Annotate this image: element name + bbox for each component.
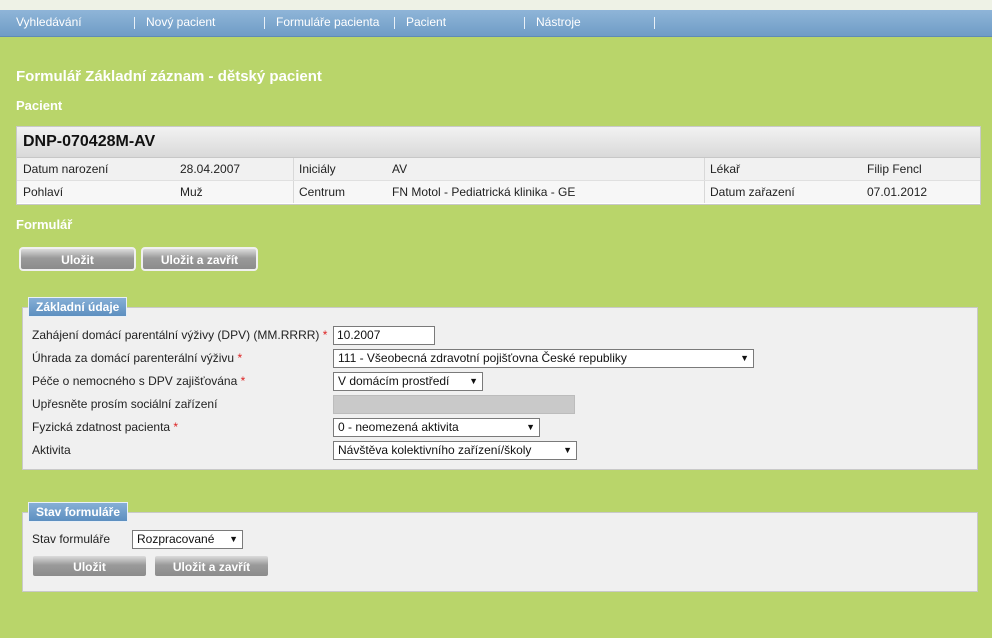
- form-status-legend: Stav formuláře: [28, 502, 129, 522]
- sex-value: Muž: [180, 185, 203, 199]
- patient-row: Pohlaví Muž Centrum FN Motol - Pediatric…: [17, 181, 980, 203]
- status-save-button[interactable]: Uložit: [31, 554, 148, 578]
- status-save-and-close-button[interactable]: Uložit a zavřít: [153, 554, 270, 578]
- chevron-down-icon: ▼: [740, 353, 749, 363]
- patient-header: DNP-070428M-AV: [17, 127, 980, 158]
- form-section-heading: Formulář: [16, 217, 73, 232]
- nav-patient-forms[interactable]: Formuláře pacienta: [276, 10, 379, 36]
- nav-separator: [134, 17, 135, 29]
- fitness-label: Fyzická zdatnost pacienta *: [32, 420, 179, 434]
- form-status-label: Stav formuláře: [32, 532, 111, 546]
- chevron-down-icon: ▼: [469, 376, 478, 386]
- nav-separator: [654, 17, 655, 29]
- activity-select[interactable]: Návštěva kolektivního zařízení/školy ▼: [333, 441, 577, 460]
- save-and-close-button[interactable]: Uložit a zavřít: [141, 247, 258, 271]
- care-label: Péče o nemocného s DPV zajišťována *: [32, 374, 246, 388]
- patient-code: DNP-070428M-AV: [23, 133, 156, 150]
- nav-separator: [394, 17, 395, 29]
- payment-select[interactable]: 111 - Všeobecná zdravotní pojišťovna Čes…: [333, 349, 754, 368]
- nav-search[interactable]: Vyhledávání: [16, 10, 82, 36]
- center-value: FN Motol - Pediatrická klinika - GE: [392, 185, 576, 199]
- doctor-label: Lékař: [710, 162, 741, 176]
- activity-label: Aktivita: [32, 443, 71, 457]
- dpv-start-label: Zahájení domácí parentální výživy (DPV) …: [32, 328, 328, 342]
- fitness-select[interactable]: 0 - neomezená aktivita ▼: [333, 418, 540, 437]
- column-divider: [704, 158, 705, 180]
- center-label: Centrum: [299, 185, 346, 199]
- enrolled-date-value: 07.01.2012: [867, 185, 928, 199]
- basic-info-legend: Základní údaje: [28, 297, 128, 317]
- nav-tools[interactable]: Nástroje: [536, 10, 581, 36]
- birth-date-value: 28.04.2007: [180, 162, 241, 176]
- patient-row: Datum narození 28.04.2007 Iniciály AV Lé…: [17, 158, 980, 181]
- column-divider: [293, 181, 294, 203]
- form-status-select[interactable]: Rozpracované ▼: [132, 530, 243, 549]
- dpv-start-input[interactable]: 10.2007: [333, 326, 435, 345]
- column-divider: [704, 181, 705, 203]
- initials-label: Iniciály: [299, 162, 336, 176]
- chevron-down-icon: ▼: [526, 422, 535, 432]
- doctor-value: Filip Fencl: [867, 162, 922, 176]
- birth-date-label: Datum narození: [23, 162, 109, 176]
- form-status-fieldset: [22, 512, 978, 592]
- page-title: Formulář Základní záznam - dětský pacien…: [16, 68, 322, 85]
- main-navigation: Vyhledávání Nový pacient Formuláře pacie…: [0, 10, 992, 37]
- nav-separator: [524, 17, 525, 29]
- nav-patient[interactable]: Pacient: [406, 10, 446, 36]
- top-strip: [0, 0, 992, 10]
- initials-value: AV: [392, 162, 408, 176]
- care-select[interactable]: V domácím prostředí ▼: [333, 372, 483, 391]
- patient-info-panel: DNP-070428M-AV Datum narození 28.04.2007…: [16, 126, 981, 205]
- social-facility-label: Upřesněte prosím sociální zařízení: [32, 397, 218, 411]
- enrolled-date-label: Datum zařazení: [710, 185, 795, 199]
- sex-label: Pohlaví: [23, 185, 64, 199]
- chevron-down-icon: ▼: [563, 445, 572, 455]
- social-facility-input: [333, 395, 575, 414]
- nav-separator: [264, 17, 265, 29]
- payment-label: Úhrada za domácí parenterální výživu *: [32, 351, 243, 365]
- column-divider: [293, 158, 294, 180]
- nav-new-patient[interactable]: Nový pacient: [146, 10, 215, 36]
- save-button[interactable]: Uložit: [19, 247, 136, 271]
- chevron-down-icon: ▼: [229, 534, 238, 544]
- patient-section-heading: Pacient: [16, 98, 63, 113]
